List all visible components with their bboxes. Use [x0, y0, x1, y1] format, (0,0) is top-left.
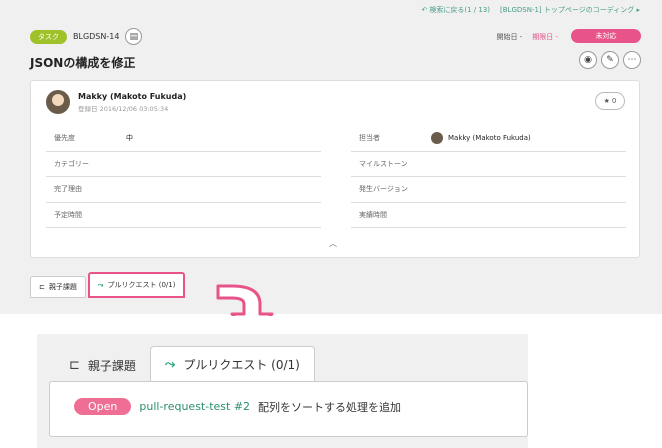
issue-actions: ◉ ✎ ⋯	[579, 51, 641, 69]
issue-dates: 開始日 - 期限日 -	[496, 32, 558, 42]
property-cell: 予定時間	[46, 203, 321, 228]
properties-table: 優先度 中 担当者 Makky (Makoto Fukuda) カテゴリー マイ…	[46, 126, 626, 228]
pull-request-row: Open pull-request-test #2 配列をソートする処理を追加	[74, 398, 401, 415]
assignee-value: Makky (Makoto Fukuda)	[431, 132, 531, 145]
status-badge[interactable]: 未対応	[571, 29, 641, 43]
more-button[interactable]: ⋯	[623, 51, 641, 69]
zoomed-tabs: ⊏ 親子課題 ⤳ プルリクエスト (0/1)	[55, 346, 315, 382]
watch-button[interactable]: ◉	[579, 51, 597, 69]
issue-title: JSONの構成を修正	[30, 56, 136, 70]
author-block: Makky (Makoto Fukuda) 登録日 2016/12/06 03:…	[46, 90, 186, 114]
property-label: 担当者	[359, 134, 380, 143]
property-label: 完了理由	[54, 185, 82, 194]
property-label: 実績時間	[359, 210, 387, 219]
top-navigation: ↶ 検索に戻る(1 / 13) [BLGDSN-1] トップページのコーディング …	[422, 5, 641, 15]
star-count: 0	[611, 97, 617, 105]
author-name: Makky (Makoto Fukuda)	[78, 91, 187, 101]
tab-pull-request[interactable]: ⤳ プルリクエスト (0/1)	[87, 272, 186, 298]
property-row: 完了理由 発生バージョン	[46, 177, 626, 203]
zoomed-pull-request-view: ⊏ 親子課題 ⤳ プルリクエスト (0/1) Open pull-request…	[37, 334, 528, 448]
property-value: 中	[126, 134, 133, 143]
tab-pull-request-zoomed[interactable]: ⤳ プルリクエスト (0/1)	[149, 346, 315, 382]
next-issue-link[interactable]: [BLGDSN-1] トップページのコーディング ▸	[500, 5, 640, 15]
issue-key: BLGDSN-14	[73, 32, 120, 41]
pencil-icon: ✎	[606, 55, 614, 65]
hierarchy-icon: ⊏	[69, 357, 80, 373]
tab-label: 親子課題	[87, 358, 136, 373]
pull-request-icon: ⤳	[97, 280, 104, 289]
issue-header: タスク BLGDSN-14 ▤	[30, 28, 143, 45]
issue-tabs: ⊏ 親子課題 ⤳ プルリクエスト (0/1)	[30, 272, 186, 298]
issue-card: Makky (Makoto Fukuda) 登録日 2016/12/06 03:…	[30, 80, 640, 258]
pull-request-icon: ⤳	[164, 357, 176, 372]
tab-label: プルリクエスト (0/1)	[107, 281, 176, 289]
start-date: 開始日 -	[496, 33, 523, 41]
back-label: 検索に戻る(1 / 13)	[429, 6, 491, 14]
issue-type-badge: タスク	[30, 29, 67, 44]
pr-status-badge: Open	[74, 398, 132, 415]
pull-request-panel: Open pull-request-test #2 配列をソートする処理を追加	[49, 381, 528, 437]
star-icon: ★	[603, 97, 610, 105]
collapse-chevron-icon[interactable]: ︿	[329, 238, 337, 249]
pr-link[interactable]: pull-request-test #2	[139, 400, 250, 413]
property-row: カテゴリー マイルストーン	[46, 152, 626, 177]
property-row: 予定時間 実績時間	[46, 203, 626, 228]
avatar	[46, 90, 70, 114]
property-cell: 担当者 Makky (Makoto Fukuda)	[351, 126, 626, 152]
back-arrow-icon: ↶	[421, 6, 428, 14]
tab-label: 親子課題	[48, 283, 77, 291]
property-cell: 優先度 中	[46, 126, 321, 152]
assignee-name: Makky (Makoto Fukuda)	[448, 134, 531, 143]
property-label: 発生バージョン	[359, 185, 408, 194]
edit-button[interactable]: ✎	[601, 51, 619, 69]
tab-parent-child-zoomed[interactable]: ⊏ 親子課題	[55, 348, 150, 382]
star-button[interactable]: ★ 0	[595, 92, 625, 110]
more-icon: ⋯	[627, 55, 637, 65]
back-to-search-link[interactable]: ↶ 検索に戻る(1 / 13)	[422, 5, 491, 15]
hierarchy-icon: ⊏	[39, 283, 45, 291]
issue-screenshot-panel: ↶ 検索に戻る(1 / 13) [BLGDSN-1] トップページのコーディング …	[0, 0, 662, 314]
eye-icon: ◉	[584, 55, 592, 65]
property-cell: 発生バージョン	[351, 177, 626, 203]
pr-description: 配列をソートする処理を追加	[258, 400, 402, 414]
tab-parent-child[interactable]: ⊏ 親子課題	[30, 276, 86, 298]
property-cell: 完了理由	[46, 177, 321, 203]
property-label: 優先度	[54, 134, 75, 143]
property-label: マイルストーン	[359, 159, 408, 168]
registered-date: 登録日 2016/12/06 03:05:34	[78, 104, 169, 113]
clipboard-icon: ▤	[129, 31, 139, 42]
property-cell: カテゴリー	[46, 152, 321, 177]
property-cell: マイルストーン	[351, 152, 626, 177]
property-cell: 実績時間	[351, 203, 626, 228]
due-date: 期限日 -	[532, 33, 558, 41]
assignee-avatar	[431, 132, 443, 145]
copy-key-button[interactable]: ▤	[125, 28, 143, 45]
property-label: カテゴリー	[54, 159, 89, 168]
tab-label: プルリクエスト (0/1)	[183, 358, 300, 372]
property-label: 予定時間	[54, 210, 82, 219]
property-row: 優先度 中 担当者 Makky (Makoto Fukuda)	[46, 126, 626, 152]
